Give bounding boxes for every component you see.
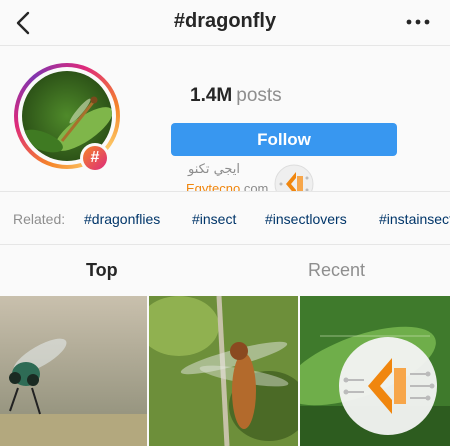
hashtag-icon: # bbox=[83, 146, 107, 170]
follow-button[interactable]: Follow bbox=[171, 123, 397, 156]
related-hashtags-bar: Related: #dragonflies #insect #insectlov… bbox=[0, 191, 450, 245]
more-horizontal-icon bbox=[406, 19, 430, 25]
post-thumbnail-image bbox=[0, 296, 147, 446]
related-tag-insect[interactable]: #insect bbox=[192, 211, 236, 227]
grid-post-2[interactable] bbox=[149, 296, 298, 446]
top-nav-bar: #dragonfly bbox=[0, 0, 450, 46]
related-tag-insectlovers[interactable]: #insectlovers bbox=[265, 211, 347, 227]
page-title: #dragonfly bbox=[173, 10, 277, 32]
related-tag-dragonflies[interactable]: #dragonflies bbox=[84, 211, 160, 227]
hashtag-badge: # bbox=[80, 143, 110, 173]
related-tag-instainsects[interactable]: #instainsects bbox=[379, 211, 450, 227]
more-options-button[interactable] bbox=[404, 10, 432, 34]
tab-recent[interactable]: Recent bbox=[308, 260, 365, 281]
posts-count: 1.4M posts bbox=[190, 85, 282, 107]
watermark-arabic: ايجي تكنو bbox=[188, 162, 241, 177]
tab-top[interactable]: Top bbox=[86, 260, 118, 281]
post-tabs: Top Recent bbox=[0, 246, 450, 296]
post-thumbnail-image bbox=[149, 296, 298, 446]
posts-count-label: posts bbox=[236, 85, 282, 106]
grid-post-1[interactable] bbox=[0, 296, 147, 446]
related-label: Related: bbox=[13, 211, 66, 227]
posts-count-value: 1.4M bbox=[190, 85, 233, 106]
watermark-overlay-logo-icon bbox=[339, 337, 437, 435]
